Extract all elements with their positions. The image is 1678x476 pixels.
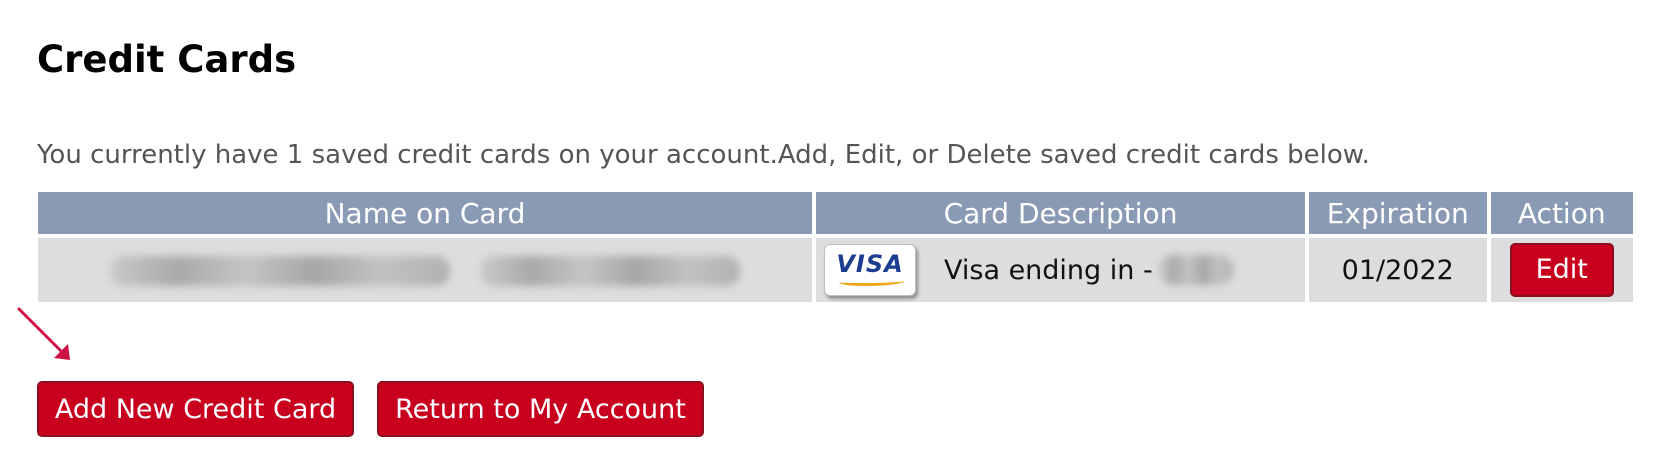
credit-cards-table: Name on Card Card Description Expiration… [34, 188, 1637, 306]
visa-swoosh [839, 277, 905, 286]
header-expiration: Expiration [1309, 192, 1487, 234]
header-action: Action [1490, 192, 1633, 234]
card-description-text: Visa ending in - [944, 254, 1153, 286]
edit-card-button[interactable]: Edit [1509, 243, 1614, 297]
cell-expiration: 01/2022 [1309, 238, 1487, 302]
header-name-on-card: Name on Card [38, 192, 812, 234]
table-row: VISA Visa ending in - 01/2022 Edit [38, 238, 1633, 302]
add-new-credit-card-button[interactable]: Add New Credit Card [37, 381, 354, 437]
cell-action: Edit [1490, 238, 1633, 302]
redacted-last-name [480, 255, 740, 286]
redacted-first-name [110, 255, 450, 286]
header-card-description: Card Description [816, 192, 1305, 234]
visa-logo-icon: VISA [824, 244, 916, 296]
credit-cards-page: Credit Cards You currently have 1 saved … [0, 0, 1678, 476]
cell-card-description: VISA Visa ending in - [816, 238, 1305, 302]
page-title: Credit Cards [37, 38, 297, 81]
return-to-my-account-button[interactable]: Return to My Account [377, 381, 704, 437]
saved-cards-summary: You currently have 1 saved credit cards … [37, 140, 1370, 170]
table-header-row: Name on Card Card Description Expiration… [38, 192, 1633, 234]
cell-name-on-card [38, 238, 812, 302]
arrow-down-right-icon [17, 307, 70, 360]
visa-logo-text: VISA [836, 250, 904, 278]
redacted-card-digits [1158, 255, 1233, 285]
